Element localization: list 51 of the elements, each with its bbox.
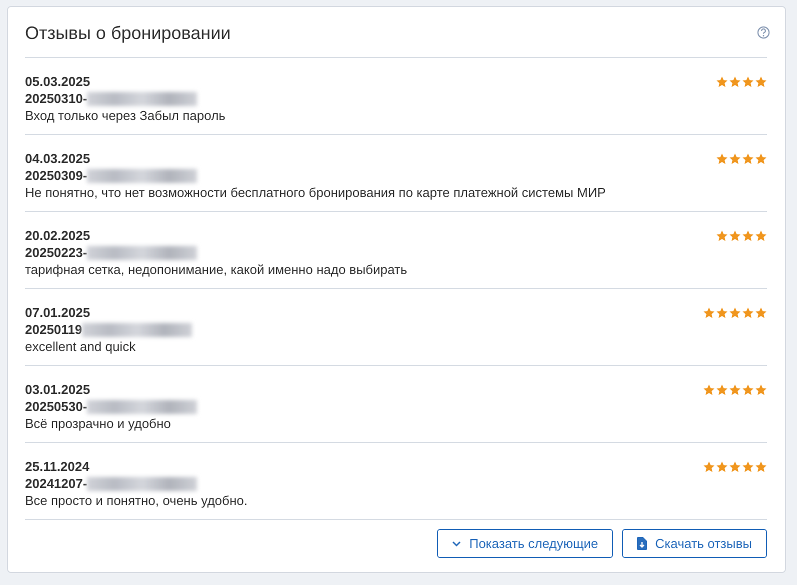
- panel-title: Отзывы о бронировании: [25, 22, 231, 44]
- star-icon: [742, 384, 754, 396]
- star-icon: [729, 230, 741, 242]
- star-icon: [729, 307, 741, 319]
- review-text: excellent and quick: [25, 339, 137, 354]
- review-date: 20.02.2025: [25, 228, 92, 243]
- help-icon[interactable]: [757, 26, 770, 38]
- star-icon: [716, 76, 728, 88]
- star-icon: [703, 307, 715, 319]
- review-text: Всё прозрачно и удобно: [25, 416, 172, 431]
- review-text: Вход только через Забыл пароль: [25, 108, 226, 123]
- booking-number: 20250310-: [25, 91, 88, 106]
- star-icon: [755, 76, 767, 88]
- review-date: 03.01.2025: [25, 382, 92, 397]
- booking-number: 20241207-: [25, 476, 88, 491]
- review-date: 05.03.2025: [25, 74, 92, 89]
- star-icon: [755, 461, 767, 473]
- star-icon: [755, 384, 767, 396]
- review-text: тарифная сетка, недопонимание, какой именно надо выбирать: [25, 262, 408, 277]
- document-download-icon: [637, 537, 648, 550]
- star-icon: [742, 76, 754, 88]
- star-icon: [729, 384, 741, 396]
- star-icon: [703, 384, 715, 396]
- star-icon: [755, 230, 767, 242]
- star-icon: [716, 230, 728, 242]
- booking-number: 20250530-: [25, 399, 88, 414]
- review-text: Все просто и понятно, очень удобно.: [25, 493, 248, 508]
- star-icon: [729, 461, 741, 473]
- show-more-button[interactable]: Показать следующие: [437, 529, 614, 558]
- star-icon: [716, 461, 728, 473]
- star-icon: [716, 384, 728, 396]
- download-button[interactable]: Скачать отзывы: [622, 529, 767, 558]
- review-date: 04.03.2025: [25, 151, 92, 166]
- review-date: 07.01.2025: [25, 305, 92, 320]
- star-icon: [703, 461, 715, 473]
- star-icon: [716, 153, 728, 165]
- star-icon: [755, 153, 767, 165]
- star-icon: [742, 230, 754, 242]
- star-icon: [742, 461, 754, 473]
- star-icon: [755, 307, 767, 319]
- booking-number: 20250309-: [25, 168, 88, 183]
- star-icon: [742, 153, 754, 165]
- chevron-down-icon: [452, 540, 462, 546]
- star-icon: [729, 76, 741, 88]
- star-icon: [716, 307, 728, 319]
- booking-number: 20250119: [25, 322, 82, 337]
- star-icon: [729, 153, 741, 165]
- star-icon: [742, 307, 754, 319]
- booking-number: 20250223-: [25, 245, 88, 260]
- review-text: Не понятно, что нет возможности бесплатного бронирования по карте платежной системы МИР: [25, 185, 606, 200]
- review-date: 25.11.2024: [25, 459, 90, 474]
